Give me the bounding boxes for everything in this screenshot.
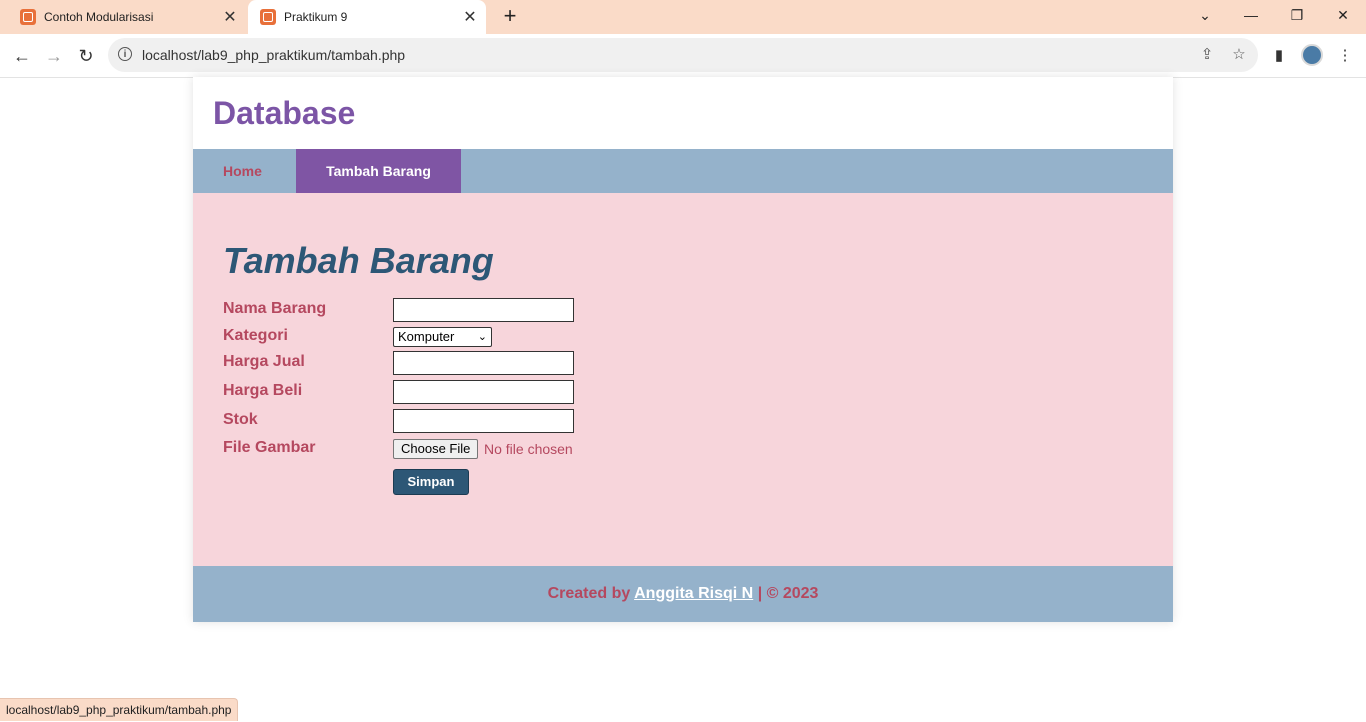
nav-home-link[interactable]: Home: [193, 149, 296, 193]
tab-search-chevron-icon[interactable]: ⌄: [1182, 0, 1228, 30]
side-panel-icon[interactable]: ▮: [1268, 44, 1290, 66]
nama-barang-label: Nama Barang: [223, 300, 327, 317]
harga-beli-label: Harga Beli: [223, 382, 303, 399]
back-arrow-icon[interactable]: ←: [9, 43, 35, 69]
harga-jual-label: Harga Jual: [223, 353, 305, 370]
site-info-icon[interactable]: i: [118, 47, 132, 61]
main-content: Tambah Barang Nama Barang Kategori Kompu…: [193, 193, 1173, 566]
nama-barang-input[interactable]: [393, 298, 574, 322]
choose-file-button[interactable]: Choose File: [393, 439, 479, 459]
page-container: Database Home Tambah Barang Tambah Baran…: [193, 77, 1173, 622]
reload-icon[interactable]: ↻: [73, 43, 99, 69]
footer-suffix: | © 2023: [757, 585, 819, 602]
nav-tambah-barang-link[interactable]: Tambah Barang: [296, 149, 461, 193]
url-text[interactable]: localhost/lab9_php_praktikum/tambah.php: [142, 47, 405, 63]
site-header: Database: [193, 77, 1173, 149]
site-title: Database: [213, 95, 356, 131]
main-nav: Home Tambah Barang: [193, 149, 1173, 193]
chevron-down-icon: ⌄: [477, 331, 487, 343]
browser-toolbar: ← → ↻ i localhost/lab9_php_praktikum/tam…: [0, 34, 1366, 78]
kategori-label: Kategori: [223, 327, 288, 344]
minimize-icon[interactable]: —: [1228, 0, 1274, 30]
harga-beli-input[interactable]: [393, 380, 574, 404]
kategori-selected-value: Komputer: [398, 329, 455, 344]
footer-prefix: Created by: [547, 585, 631, 602]
page-heading: Tambah Barang: [223, 240, 494, 281]
harga-jual-input[interactable]: [393, 351, 574, 375]
browser-tab-praktikum-9[interactable]: Praktikum 9 ✕: [248, 0, 486, 34]
browser-tab-contoh-modularisasi[interactable]: Contoh Modularisasi ✕: [8, 0, 246, 34]
stok-input[interactable]: [393, 409, 574, 433]
new-tab-button[interactable]: +: [498, 5, 522, 29]
file-gambar-label: File Gambar: [223, 439, 316, 456]
simpan-button[interactable]: Simpan: [393, 469, 469, 495]
profile-avatar[interactable]: [1301, 44, 1323, 66]
xampp-favicon-icon: [20, 9, 36, 25]
menu-kebab-icon[interactable]: ⋮: [1334, 44, 1356, 66]
address-bar[interactable]: i localhost/lab9_php_praktikum/tambah.ph…: [108, 38, 1258, 72]
window-close-icon[interactable]: ✕: [1320, 0, 1366, 30]
kategori-select[interactable]: Komputer ⌄: [393, 327, 492, 347]
site-footer: Created by Anggita Risqi N | © 2023: [193, 566, 1173, 622]
xampp-favicon-icon: [260, 9, 276, 25]
tab-title: Praktikum 9: [284, 10, 348, 24]
bookmark-star-icon[interactable]: ☆: [1230, 46, 1248, 64]
status-bar-url: localhost/lab9_php_praktikum/tambah.php: [0, 698, 239, 721]
tab-title: Contoh Modularisasi: [44, 10, 154, 24]
restore-icon[interactable]: ❐: [1274, 0, 1320, 30]
share-icon[interactable]: ⇪: [1198, 46, 1216, 64]
stok-label: Stok: [223, 411, 258, 428]
file-status-text: No file chosen: [484, 441, 573, 457]
forward-arrow-icon[interactable]: →: [41, 43, 67, 69]
tab-strip: Contoh Modularisasi ✕ Praktikum 9 ✕ + ⌄ …: [0, 0, 1366, 34]
close-icon[interactable]: ✕: [460, 7, 480, 27]
close-icon[interactable]: ✕: [220, 7, 240, 27]
footer-author-link[interactable]: Anggita Risqi N: [634, 585, 753, 602]
